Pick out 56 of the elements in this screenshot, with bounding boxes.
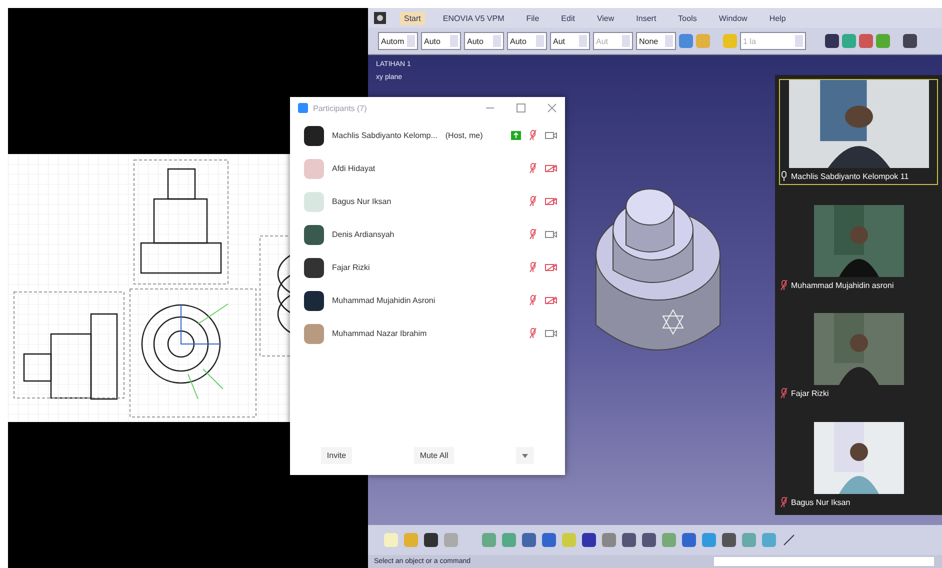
style-dropdown[interactable]: Auto [464,32,504,50]
panel-button[interactable]: Invite [320,446,352,464]
menu-item[interactable]: Start [400,12,425,24]
participant-name: Machlis Sabdiyanto Kelomp... [332,131,438,140]
menu-item[interactable]: File [522,12,544,24]
menu-item[interactable]: Help [765,12,790,24]
video-tile[interactable]: Bagus Nur Iksan [779,406,938,512]
avatar [304,290,324,310]
participant-name: Afdi Hidayat [332,164,376,173]
participant-row[interactable]: Muhammad Nazar Ibrahim [290,317,565,350]
line-icon[interactable] [782,533,796,547]
style-dropdown[interactable]: Autom [378,32,418,50]
participant-name: Bagus Nur Iksan [332,197,392,206]
menu-item[interactable]: Edit [557,12,579,24]
participant-name: Machlis Sabdiyanto Kelompok 11 [780,171,909,182]
command-field[interactable] [714,557,934,566]
participant-row[interactable]: Afdi Hidayat [290,152,565,185]
video-tile[interactable]: Machlis Sabdiyanto Kelompok 11 [779,79,938,185]
menu-item[interactable]: Tools [674,12,701,24]
style-dropdown[interactable]: Aut [550,32,590,50]
participant-name: Bagus Nur Iksan [780,497,850,508]
avatar [304,258,324,278]
menu-item[interactable]: Insert [632,12,660,24]
video-tile[interactable]: Muhammad Mujahidin asroni [779,189,938,294]
app-logo-icon [374,12,386,24]
participant-name: Fajar Rizki [780,388,829,400]
close-icon[interactable] [547,103,557,113]
caret-icon [522,454,528,458]
menu-item[interactable]: View [592,12,618,24]
style-dropdown[interactable]: Auto [507,32,547,50]
participant-row[interactable]: Fajar Rizki [290,251,565,284]
avatar [304,324,324,344]
participant-name: Muhammad Mujahidin Asroni [332,296,436,305]
avatar [304,224,324,244]
participant-row[interactable]: Muhammad Mujahidin Asroni [290,284,565,317]
participant-row[interactable]: Machlis Sabdiyanto Kelomp... (Host, me) [290,119,565,152]
participant-name: Denis Ardiansyah [332,230,394,239]
more-button[interactable] [516,446,534,464]
role-label: (Host, me) [445,131,483,140]
avatar [304,126,324,146]
avatar [304,192,324,212]
style-dropdown[interactable]: None [636,32,676,50]
participant-row[interactable]: Denis Ardiansyah [290,218,565,251]
participant-row[interactable]: Bagus Nur Iksan [290,185,565,218]
menu-item[interactable]: Window [714,12,752,24]
camera-app-icon [298,103,308,113]
menu-item[interactable]: ENOVIA V5 VPM [438,12,508,24]
window-title: Participants (7) [313,104,367,112]
maximize-icon[interactable] [516,103,526,113]
participant-name: Fajar Rizki [332,263,370,272]
style-dropdown[interactable]: Auto [421,32,461,50]
panel-button[interactable]: Mute All [414,446,454,464]
avatar [304,158,324,178]
participant-name: Muhammad Nazar Ibrahim [332,329,427,338]
participant-name: Muhammad Mujahidin asroni [780,280,894,291]
video-tile[interactable]: Fajar Rizki [779,298,938,402]
